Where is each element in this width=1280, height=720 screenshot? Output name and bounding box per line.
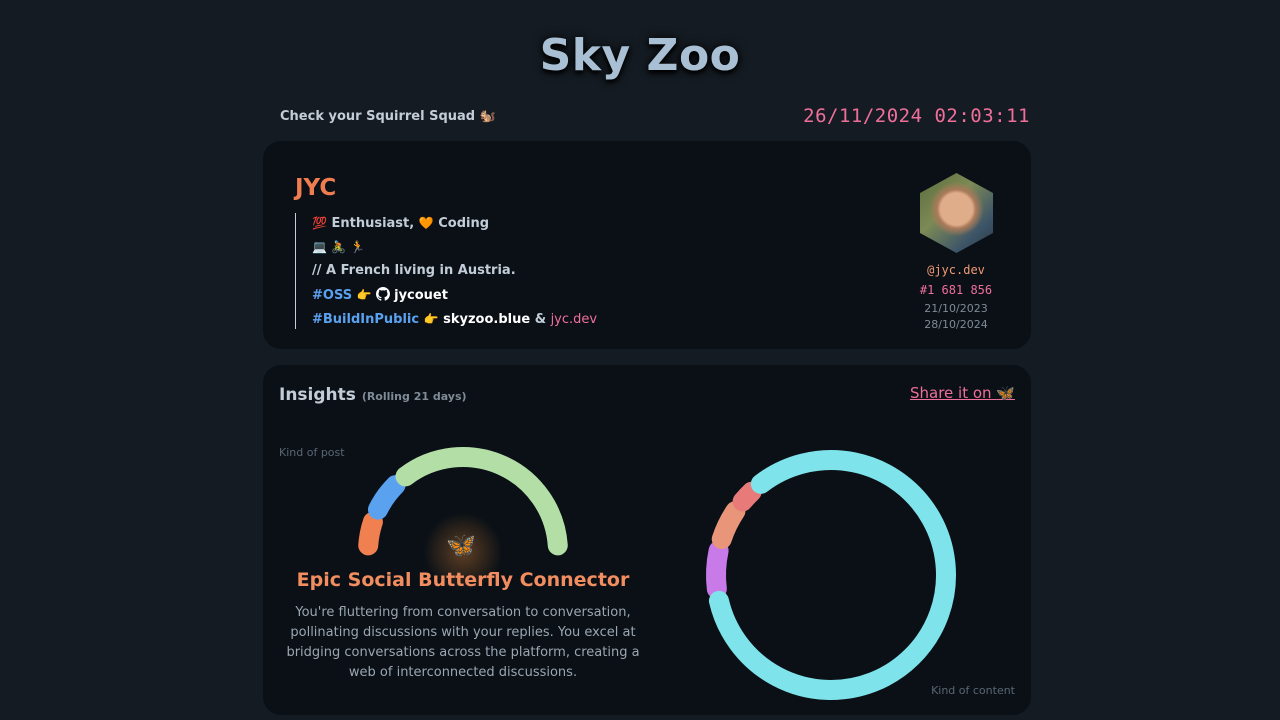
hashtag-oss[interactable]: #OSS [312,288,352,303]
pointing-icon: 👉 [423,312,439,326]
created-date: 21/10/2023 [924,302,988,315]
ampersand: & [534,312,547,327]
bio-text: Coding [438,216,490,231]
bio-line-5: #BuildInPublic 👉 skyzoo.blue & jyc.dev [312,309,597,333]
profile-rank: #1 681 856 [919,283,993,297]
jyc-dev-link[interactable]: jyc.dev [551,312,598,327]
bio-line-4: #OSS 👉 jycouet [312,285,597,309]
post-gauge-segment-1 [358,511,383,556]
github-user-link[interactable]: jycouet [394,288,448,303]
heart-icon: 🧡 [418,216,434,230]
skyzoo-link[interactable]: skyzoo.blue [443,312,530,327]
persona-title: Epic Social Butterfly Connector [296,569,630,591]
content-donut-segment-2 [711,501,746,550]
profile-name: JYC [295,175,337,201]
bio-text: Enthusiast, [331,216,415,231]
content-donut-segment-1 [706,540,729,600]
pointing-icon: 👉 [356,288,372,302]
bio-line-2: 💻 🚴 🏃 [312,240,366,254]
avatar[interactable] [920,173,993,253]
squirrel-squad-link[interactable]: Check your Squirrel Squad 🐿️ [280,109,496,124]
content-donut-segment-3 [732,481,762,512]
github-icon [376,287,391,301]
persona-description: You're fluttering from conversation to c… [286,605,640,680]
bio-line-3: // A French living in Austria. [312,263,516,278]
hashtag-buildinpublic[interactable]: #BuildInPublic [312,312,419,327]
insights-card: Insights (Rolling 21 days) Share it on 🦋… [263,365,1031,715]
clock: 26/11/2024 02:03:11 [803,105,1030,127]
post-gauge-segment-2 [367,475,406,520]
profile-card: JYC 💯 Enthusiast, 🧡 Coding 💻 🚴 🏃 // A Fr… [263,141,1031,349]
profile-bio: 💯 Enthusiast, 🧡 Coding 💻 🚴 🏃 // A French… [295,213,597,329]
app-title: Sky Zoo [539,30,741,81]
indexed-date: 28/10/2024 [924,318,988,331]
butterfly-icon: 🦋 [446,531,476,559]
bio-line-1: 💯 Enthusiast, 🧡 Coding [312,213,597,237]
profile-handle[interactable]: @jyc.dev [876,263,1036,277]
hundred-icon: 💯 [312,216,327,230]
